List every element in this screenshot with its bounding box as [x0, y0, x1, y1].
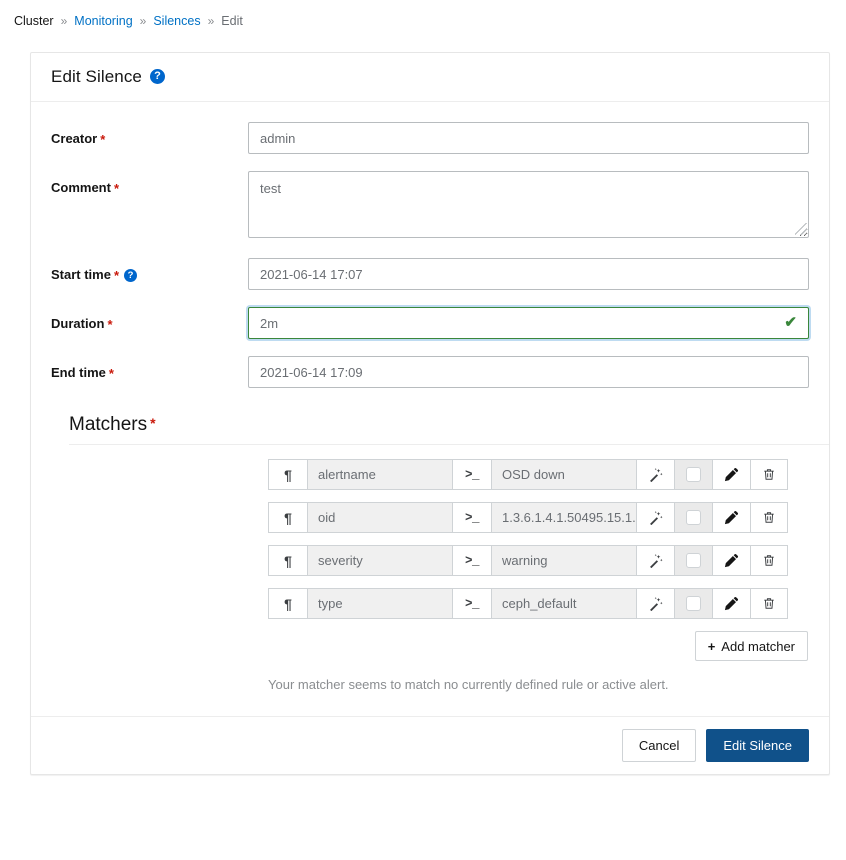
matcher-checkbox[interactable]: [674, 588, 712, 619]
breadcrumb-item-edit: Edit: [221, 14, 243, 28]
form-row-duration: Duration* ✔: [51, 307, 809, 339]
matcher-row: ¶ severity >_ warning: [268, 545, 808, 576]
trash-icon[interactable]: [750, 588, 788, 619]
pilcrow-icon: ¶: [268, 502, 307, 533]
matchers-title: Matchers *: [69, 414, 156, 435]
add-matcher-row: + Add matcher: [51, 631, 808, 661]
matcher-value-input[interactable]: ceph_default: [491, 588, 636, 619]
matchers-heading: Matchers *: [69, 414, 829, 445]
card-body: Creator* Comment* test Start time*?: [31, 102, 829, 692]
creator-label-text: Creator: [51, 131, 98, 146]
question-circle-icon[interactable]: ?: [149, 68, 165, 84]
breadcrumb-item-cluster: Cluster: [14, 14, 54, 28]
creator-label: Creator *: [51, 122, 248, 147]
matcher-name-input[interactable]: type: [307, 588, 452, 619]
matcher-value-input[interactable]: OSD down: [491, 459, 636, 490]
magic-wand-icon[interactable]: [636, 545, 674, 576]
matchers-list: ¶ alertname >_ OSD down ¶ oid >_ 1.3.6.1.4.1.50…: [51, 445, 809, 619]
duration-field-wrap: ✔: [248, 307, 809, 339]
start-time-label: Start time *?: [51, 258, 248, 283]
required-marker: *: [113, 268, 120, 283]
terminal-prompt-icon: >_: [452, 459, 491, 490]
required-marker: *: [100, 132, 106, 147]
duration-label-text: Duration: [51, 316, 105, 331]
magic-wand-icon[interactable]: [636, 502, 674, 533]
creator-field-wrap: [248, 122, 809, 154]
card-footer: Cancel Edit Silence: [31, 716, 829, 774]
end-time-field-wrap: [248, 356, 809, 388]
matcher-row: ¶ alertname >_ OSD down: [268, 459, 808, 490]
matcher-name-input[interactable]: severity: [307, 545, 452, 576]
trash-icon[interactable]: [750, 502, 788, 533]
breadcrumb-separator-icon: »: [139, 14, 147, 28]
comment-textarea[interactable]: test: [248, 171, 809, 238]
end-time-label: End time *: [51, 356, 248, 381]
breadcrumb-item-monitoring[interactable]: Monitoring: [74, 14, 132, 28]
start-time-label-text: Start time: [51, 267, 111, 282]
matcher-name-input[interactable]: alertname: [307, 459, 452, 490]
plus-icon: +: [707, 638, 716, 654]
pilcrow-icon: ¶: [268, 588, 307, 619]
matcher-checkbox[interactable]: [674, 545, 712, 576]
breadcrumb-separator-icon: »: [207, 14, 215, 28]
comment-label-text: Comment: [51, 180, 111, 195]
checkbox-icon: [686, 596, 701, 611]
form-row-start-time: Start time *?: [51, 258, 809, 290]
matcher-row: ¶ oid >_ 1.3.6.1.4.1.50495.15.1. ...: [268, 502, 808, 533]
trash-icon[interactable]: [750, 545, 788, 576]
required-marker: *: [113, 181, 120, 196]
trash-icon[interactable]: [750, 459, 788, 490]
comment-field-wrap: test: [248, 171, 809, 241]
matchers-title-text: Matchers: [69, 414, 148, 435]
checkbox-icon: [686, 553, 701, 568]
comment-label: Comment *: [51, 171, 248, 196]
cancel-button[interactable]: Cancel: [621, 729, 697, 762]
add-matcher-label: Add matcher: [721, 638, 795, 654]
magic-wand-icon[interactable]: [636, 459, 674, 490]
start-time-input[interactable]: [248, 258, 809, 290]
pencil-icon[interactable]: [712, 459, 750, 490]
creator-input[interactable]: [248, 122, 809, 154]
add-matcher-button[interactable]: + Add matcher: [694, 631, 808, 661]
pilcrow-icon: ¶: [268, 545, 307, 576]
breadcrumb: Cluster » Monitoring » Silences » Edit: [0, 0, 846, 42]
start-time-field-wrap: [248, 258, 809, 290]
start-time-question-circle-icon[interactable]: ?: [124, 269, 138, 282]
form-row-comment: Comment * test: [51, 171, 809, 241]
matcher-hint-text: Your matcher seems to match no currently…: [268, 677, 669, 692]
required-marker: *: [107, 317, 113, 332]
required-marker: *: [150, 415, 156, 431]
edit-silence-submit-button[interactable]: Edit Silence: [706, 729, 809, 762]
terminal-prompt-icon: >_: [452, 588, 491, 619]
magic-wand-icon[interactable]: [636, 588, 674, 619]
terminal-prompt-icon: >_: [452, 545, 491, 576]
page-title: Edit Silence: [51, 67, 142, 86]
edit-silence-card: Edit Silence ? Creator* Comment* test: [30, 52, 830, 775]
required-marker: *: [108, 366, 114, 381]
duration-input[interactable]: [248, 307, 809, 339]
form-row-creator: Creator *: [51, 122, 809, 154]
end-time-label-text: End time: [51, 365, 106, 380]
end-time-input[interactable]: [248, 356, 809, 388]
card-header: Edit Silence ?: [31, 53, 829, 102]
pilcrow-icon: ¶: [268, 459, 307, 490]
matcher-checkbox[interactable]: [674, 502, 712, 533]
matcher-name-input[interactable]: oid: [307, 502, 452, 533]
breadcrumb-item-silences[interactable]: Silences: [153, 14, 200, 28]
pencil-icon[interactable]: [712, 502, 750, 533]
pencil-icon[interactable]: [712, 588, 750, 619]
breadcrumb-separator-icon: »: [60, 14, 68, 28]
duration-label: Duration *: [51, 307, 248, 332]
terminal-prompt-icon: >_: [452, 502, 491, 533]
matcher-checkbox[interactable]: [674, 459, 712, 490]
matcher-value-input[interactable]: 1.3.6.1.4.1.50495.15.1. ...: [491, 502, 636, 533]
pencil-icon[interactable]: [712, 545, 750, 576]
checkbox-icon: [686, 467, 701, 482]
matcher-row: ¶ type >_ ceph_default: [268, 588, 808, 619]
matcher-value-input[interactable]: warning: [491, 545, 636, 576]
form-row-end-time: End time *: [51, 356, 809, 388]
checkbox-icon: [686, 510, 701, 525]
